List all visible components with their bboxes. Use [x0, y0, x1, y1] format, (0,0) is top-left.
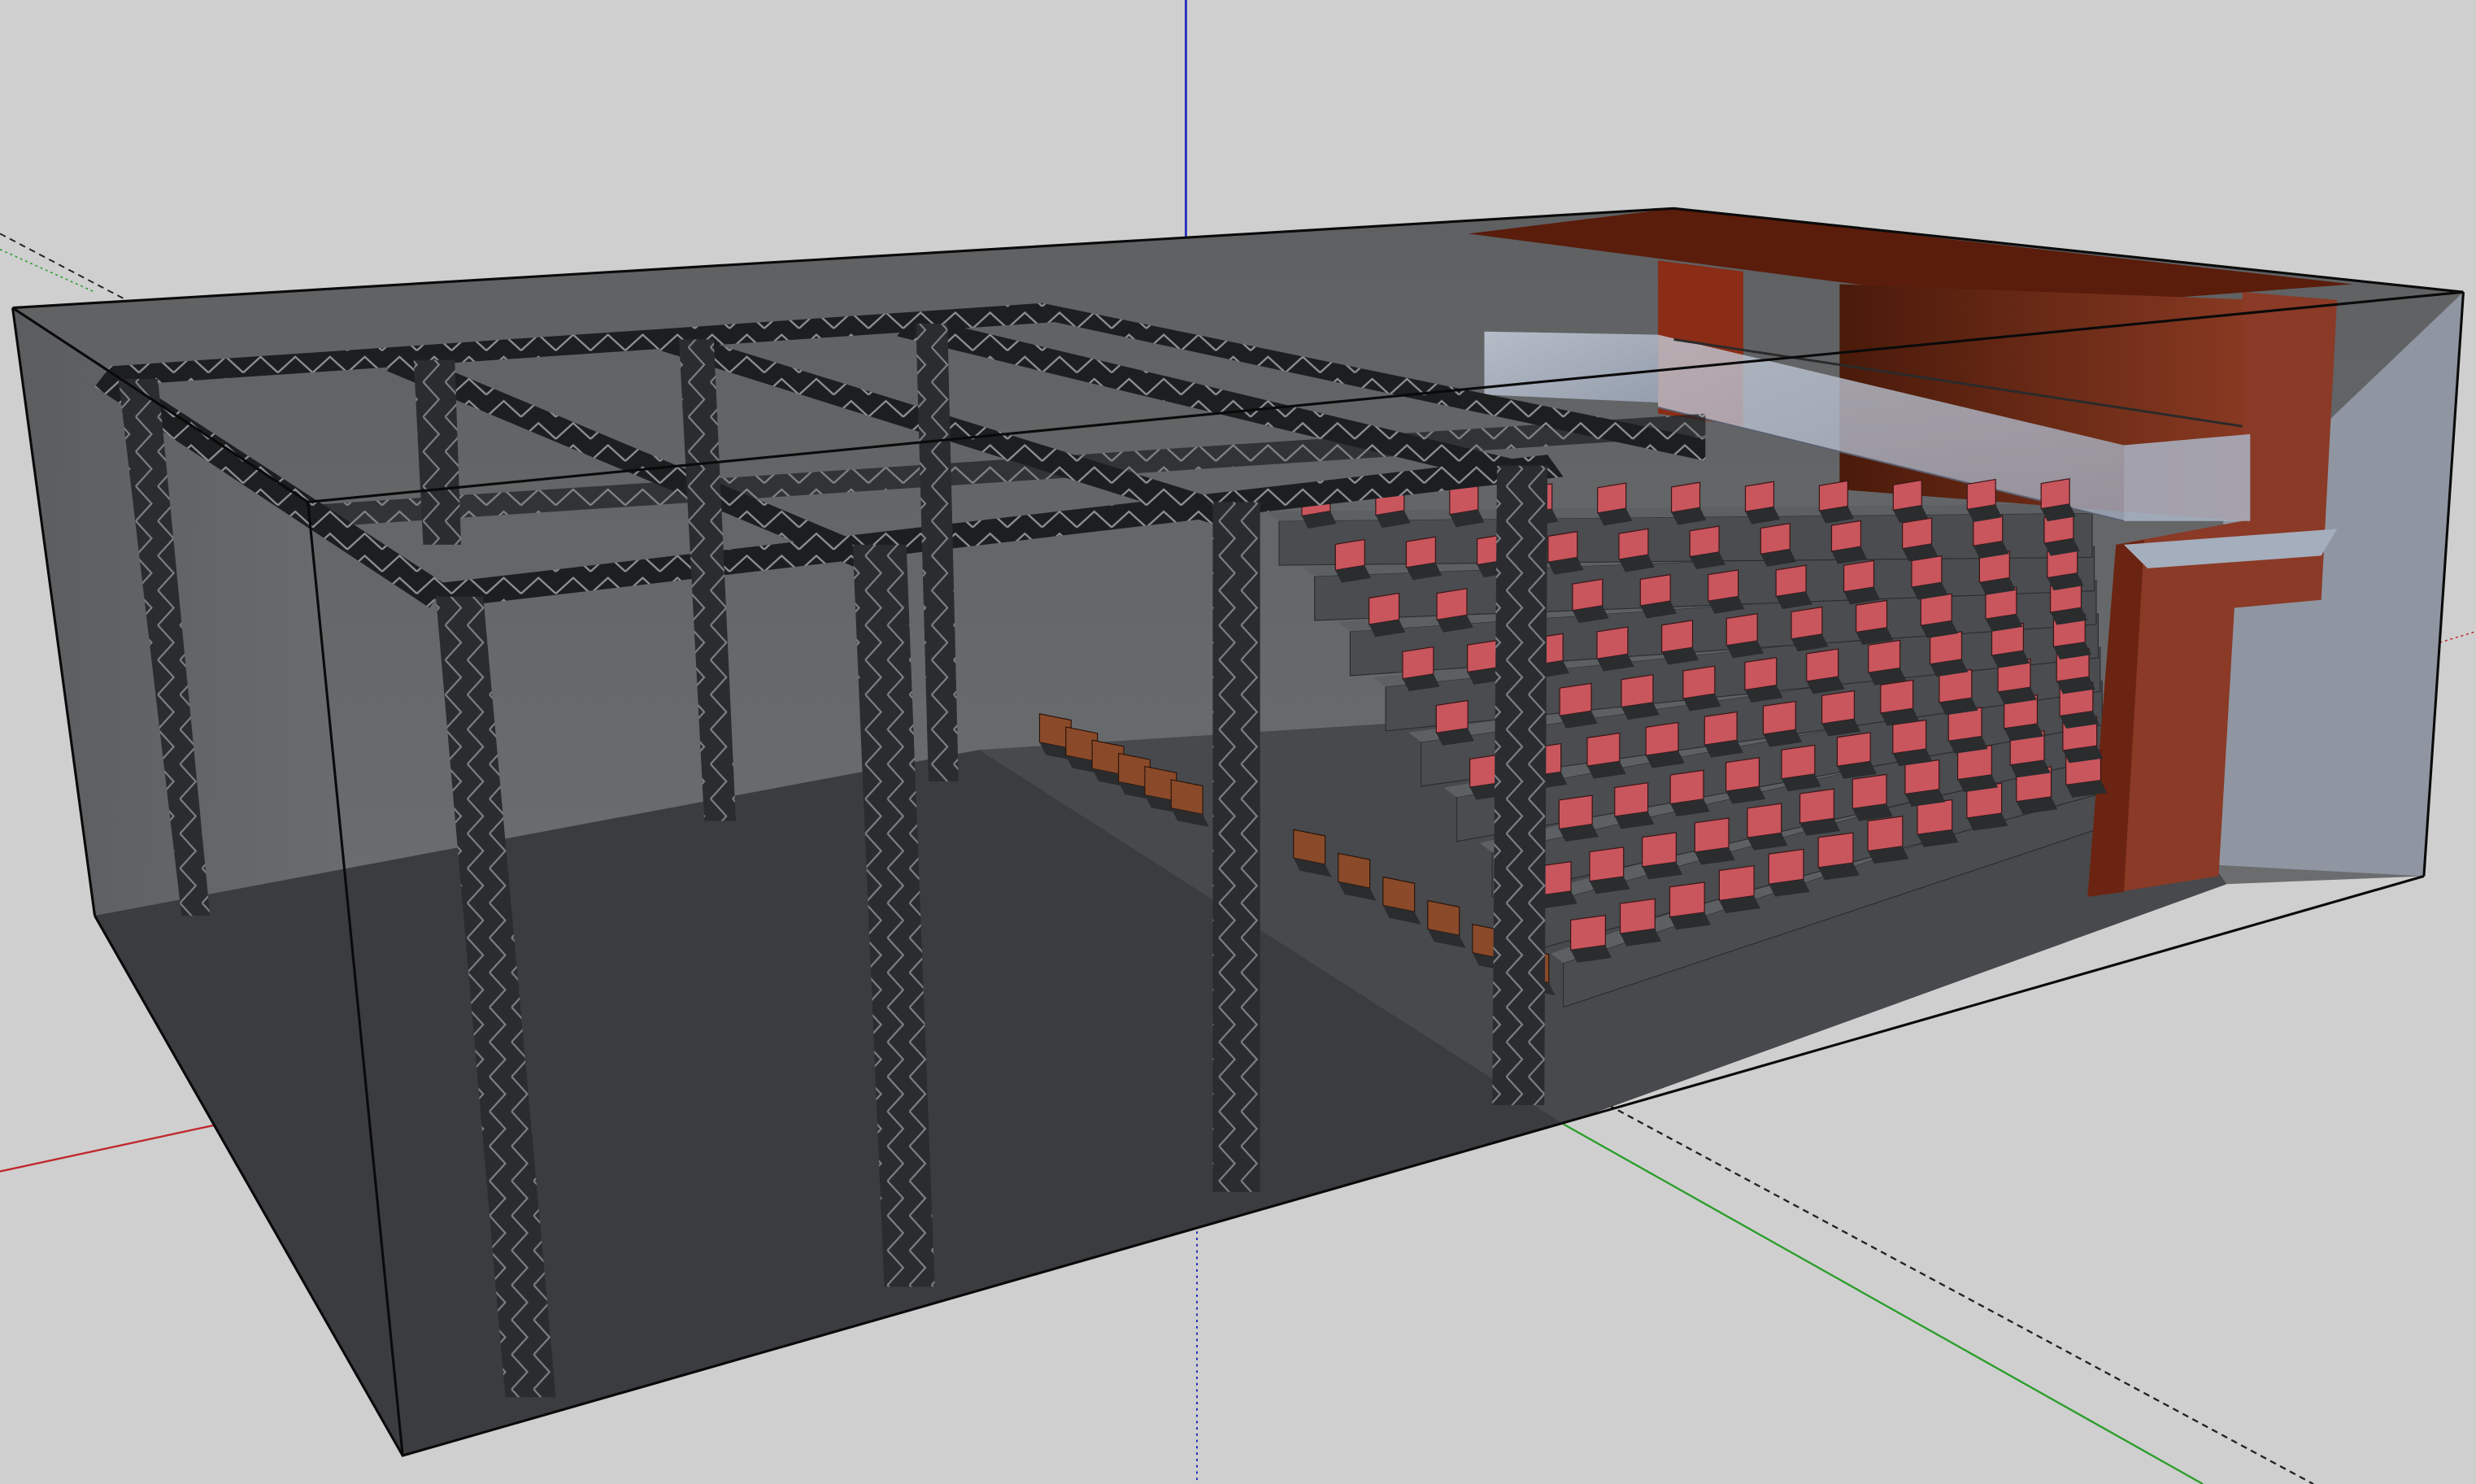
3d-scene[interactable] — [0, 0, 2476, 1484]
seat-back — [1669, 881, 1705, 918]
seat-back — [1744, 481, 1775, 512]
seat-back — [1760, 523, 1791, 555]
green-axis-line — [1562, 1123, 2204, 1484]
seat-back — [1405, 536, 1436, 568]
seat-back — [1775, 564, 1807, 598]
truss-column-front-4 — [1492, 465, 1548, 1106]
seat-back — [1669, 769, 1704, 805]
seat-back — [1614, 782, 1649, 817]
seat-back — [1747, 803, 1782, 838]
seat-back — [1856, 599, 1888, 633]
seat-back — [1619, 898, 1656, 934]
seat-back — [1821, 690, 1856, 725]
seat-back — [1639, 573, 1671, 607]
seat-back — [2040, 478, 2070, 510]
seat-back — [1402, 646, 1434, 680]
seat-back — [1704, 711, 1738, 746]
dotted-guide-top-left — [0, 249, 95, 293]
seat-back — [1852, 773, 1887, 810]
seat-back — [1597, 482, 1627, 514]
dashed-guide-bottom-right — [1578, 1088, 2314, 1484]
seat-back — [1642, 832, 1677, 868]
seat-back — [1836, 732, 1871, 767]
seat-back — [1558, 794, 1593, 830]
seat-back — [1867, 816, 1904, 852]
seat-back — [1904, 759, 1940, 795]
seat-back — [1586, 732, 1621, 767]
seat-back — [1708, 569, 1739, 602]
seat-back — [1902, 517, 1933, 550]
seat-back — [1689, 525, 1720, 558]
seat-back — [1911, 555, 1943, 588]
seat-back — [1589, 846, 1625, 882]
seat-back — [1966, 478, 1996, 511]
seat-back — [1369, 592, 1400, 625]
truss-column-front-3 — [1212, 502, 1260, 1192]
seat-back — [1718, 865, 1755, 902]
seat-back — [1806, 648, 1839, 682]
seat-back — [1572, 578, 1604, 611]
seat-back — [1435, 699, 1469, 734]
seat-back — [1920, 593, 1952, 627]
seat-back — [1781, 744, 1816, 780]
seat-back — [1744, 656, 1778, 691]
modeling-viewport[interactable] — [0, 0, 2476, 1484]
seat-back — [1334, 538, 1365, 571]
seat-back — [1661, 620, 1694, 653]
seat-back — [1621, 674, 1654, 708]
seat-back — [1725, 757, 1760, 792]
seat-back — [1817, 832, 1854, 868]
seat-back — [1892, 719, 1927, 755]
glass-front-panel — [1484, 331, 1659, 403]
seat-back — [1830, 520, 1861, 552]
seat-back — [1799, 788, 1834, 824]
seat-back — [1618, 528, 1649, 560]
glass-end-panel — [2123, 433, 2251, 521]
dashed-guide-top-left — [0, 233, 127, 301]
seat-back — [1791, 606, 1823, 640]
seat-back — [1670, 481, 1701, 513]
seat-back — [1768, 848, 1804, 885]
seat-back — [1682, 665, 1716, 699]
seat-back — [1694, 817, 1730, 853]
seat-back — [1596, 626, 1629, 659]
seat-back — [1467, 639, 1499, 673]
seat-back — [1880, 679, 1914, 714]
seat-back — [1868, 639, 1901, 673]
seat-back — [1570, 914, 1606, 951]
seat-back — [1892, 479, 1922, 511]
seat-back — [1436, 588, 1468, 620]
seat-back — [1762, 700, 1796, 735]
seat-back — [1559, 682, 1592, 716]
seat-back — [1645, 721, 1679, 756]
seat-back — [1547, 530, 1578, 563]
seat-back — [1843, 559, 1875, 593]
seat-back — [1818, 480, 1848, 511]
seat-back — [1725, 613, 1758, 646]
